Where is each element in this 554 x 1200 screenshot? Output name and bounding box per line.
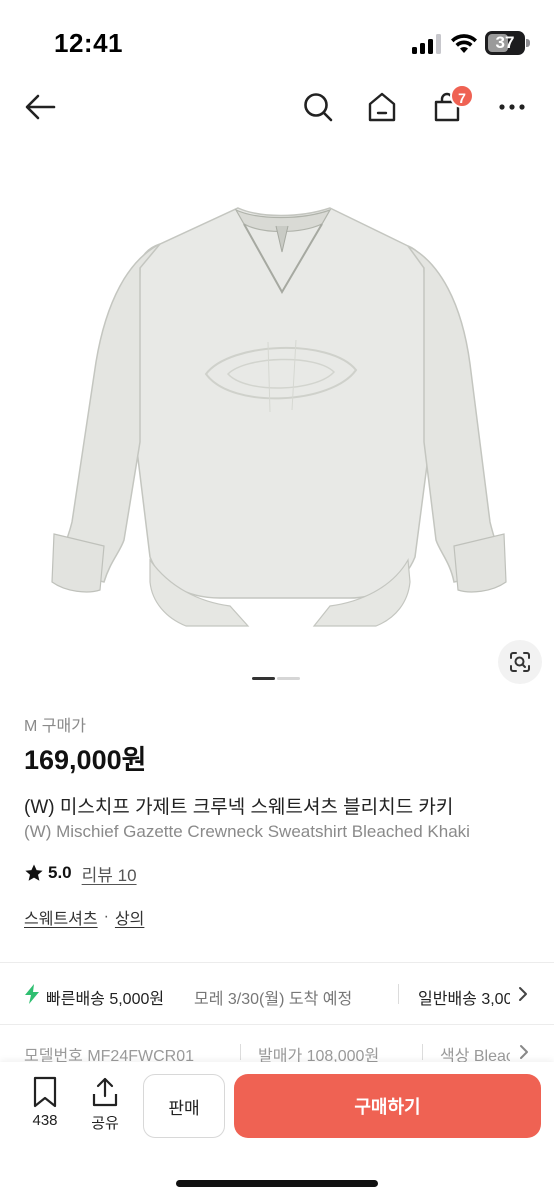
category-breadcrumb: 스웨트셔츠 · 상의	[24, 905, 144, 929]
arrow-left-icon	[25, 94, 56, 120]
home-icon	[368, 92, 396, 122]
image-search-button[interactable]	[498, 640, 542, 684]
sweatshirt-image	[51, 207, 507, 627]
bookmark-icon	[33, 1076, 57, 1108]
battery-level: 37	[495, 33, 515, 52]
search-button[interactable]	[298, 84, 338, 130]
category-link-tops[interactable]: 상의	[115, 905, 144, 929]
status-bar: 12:41 37	[0, 0, 554, 84]
spec-separator	[422, 1044, 423, 1060]
rating-row: 5.0 리뷰 10	[24, 860, 137, 886]
chevron-right-icon	[520, 1045, 528, 1059]
product-title-english: (W) Mischief Gazette Crewneck Sweatshirt…	[24, 822, 470, 841]
bookmark-count: 438	[32, 1112, 58, 1129]
battery-icon: 37	[485, 31, 531, 55]
share-button[interactable]: 공유	[82, 1076, 128, 1136]
divider	[0, 1024, 554, 1025]
chevron-right-icon	[519, 987, 527, 1001]
bottom-action-bar: 438 공유 판매 구매하기	[0, 1062, 554, 1200]
normal-shipping-label: 일반배송 3,000원	[418, 991, 510, 1008]
image-search-icon	[510, 652, 530, 672]
buy-button[interactable]: 구매하기	[234, 1074, 541, 1138]
size-price-label: M 구매가	[24, 718, 86, 735]
share-icon	[92, 1077, 118, 1107]
product-price: 169,000원	[24, 745, 147, 775]
status-time: 12:41	[54, 28, 123, 58]
divider	[0, 962, 554, 963]
category-separator: ·	[103, 908, 109, 925]
product-image[interactable]	[0, 142, 554, 682]
shipping-options-row[interactable]: 빠른배송 5,000원 모레 3/30(월) 도착 예정 일반배송 3,000원	[0, 964, 554, 1024]
fast-shipping-eta: 모레 3/30(월) 도착 예정	[194, 991, 353, 1008]
lightning-bolt-icon	[25, 984, 39, 1004]
pager-dot[interactable]	[277, 677, 300, 680]
star-icon	[25, 864, 43, 881]
home-indicator[interactable]	[176, 1180, 378, 1187]
cellular-signal-icon	[412, 34, 441, 54]
cart-count-badge: 7	[450, 84, 474, 108]
image-pager	[252, 677, 300, 681]
bookmark-button[interactable]: 438	[22, 1076, 68, 1136]
wifi-icon	[451, 34, 477, 53]
rating-value: 5.0	[48, 863, 72, 882]
review-link[interactable]: 리뷰 10	[82, 861, 137, 886]
sell-button[interactable]: 판매	[143, 1074, 225, 1138]
share-label: 공유	[91, 1115, 119, 1132]
home-button[interactable]	[362, 84, 402, 130]
shipping-separator	[398, 984, 399, 1004]
top-nav-bar: 7	[0, 84, 554, 130]
more-horizontal-icon	[499, 104, 525, 110]
search-icon	[304, 93, 333, 122]
fast-shipping-label: 빠른배송 5,000원	[46, 991, 165, 1008]
more-button[interactable]	[492, 84, 532, 130]
category-link-sweatshirt[interactable]: 스웨트셔츠	[24, 905, 98, 929]
pager-dot-active[interactable]	[252, 677, 275, 680]
cart-button[interactable]: 7	[427, 84, 474, 130]
back-button[interactable]	[20, 84, 60, 130]
spec-separator	[240, 1044, 241, 1060]
product-title-korean: (W) 미스치프 가제트 크루넥 스웨트셔츠 블리치드 카키	[24, 797, 454, 818]
